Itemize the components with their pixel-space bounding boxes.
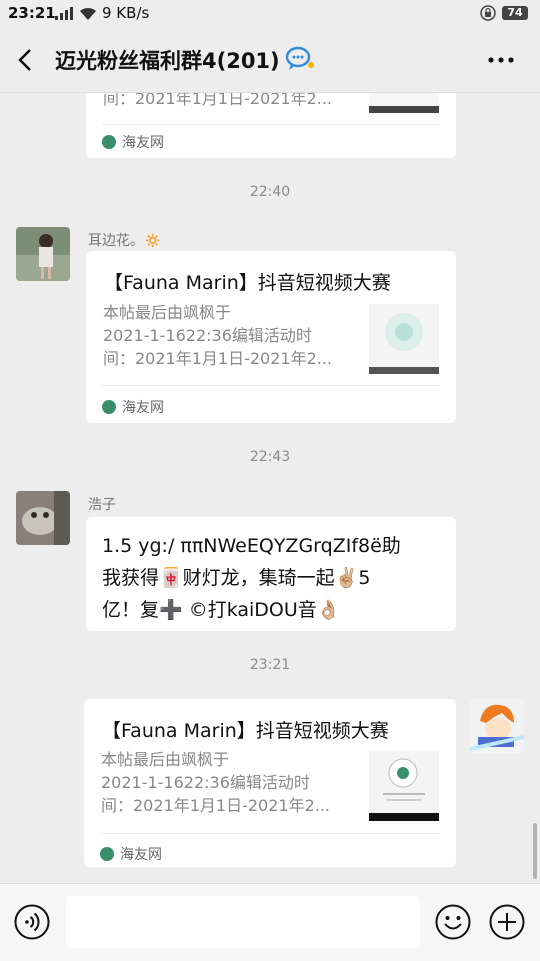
wifi-icon bbox=[80, 7, 96, 21]
message-line: 亿！复➕ ©打kaiDOU音👌🏼 bbox=[102, 599, 341, 621]
status-bar: 23:21 9 KB/s 74 bbox=[0, 0, 540, 28]
chat-messages[interactable]: 间：2021年1月1日-2021年2... 海友网 22:40 耳边花。🔅 【F… bbox=[0, 93, 540, 883]
card-source: 海友网 bbox=[122, 400, 164, 416]
network-speed: 9 KB/s bbox=[102, 4, 150, 22]
card-source: 海友网 bbox=[122, 135, 164, 151]
scrollbar[interactable] bbox=[533, 823, 537, 879]
message-line: 我获得🀄财灯龙，集琦一起✌🏼5 bbox=[102, 567, 371, 589]
card-thumbnail bbox=[369, 93, 439, 113]
emoji-icon[interactable] bbox=[435, 904, 471, 940]
link-card[interactable]: 间：2021年1月1日-2021年2... 海友网 bbox=[86, 93, 456, 158]
signal-icon bbox=[55, 7, 73, 20]
voice-icon[interactable] bbox=[14, 904, 50, 940]
card-title: 【Fauna Marin】抖音短视频大赛 bbox=[104, 272, 391, 294]
avatar[interactable] bbox=[470, 699, 524, 753]
input-bar bbox=[0, 883, 540, 961]
chat-header: 迈光粉丝福利群4(201) bbox=[0, 28, 540, 93]
link-card[interactable]: 【Fauna Marin】抖音短视频大赛 本帖最后由飒枫于 2021-1-162… bbox=[86, 251, 456, 423]
chat-title: 迈光粉丝福利群4(201) bbox=[55, 49, 280, 73]
timestamp: 23:21 bbox=[249, 657, 291, 673]
plus-icon[interactable] bbox=[489, 904, 525, 940]
more-icon[interactable] bbox=[486, 48, 516, 72]
card-thumbnail bbox=[369, 751, 439, 821]
message-line: 1.5 yg:/ ππNWeEQYZGrqZIf8ë助 bbox=[102, 535, 401, 557]
group-chat-icon bbox=[285, 46, 314, 70]
lock-icon bbox=[480, 5, 496, 21]
timestamp: 22:43 bbox=[249, 449, 291, 465]
card-thumbnail bbox=[369, 304, 439, 374]
text-message[interactable]: 1.5 yg:/ ππNWeEQYZGrqZIf8ë助 我获得🀄财灯龙，集琦一起… bbox=[86, 517, 456, 631]
source-icon bbox=[102, 400, 116, 414]
timestamp: 22:40 bbox=[249, 184, 291, 200]
sender-name: 耳边花。🔅 bbox=[88, 233, 162, 249]
card-desc-line: 间：2021年1月1日-2021年2... bbox=[101, 796, 331, 815]
avatar[interactable] bbox=[16, 227, 70, 281]
card-desc-line: 2021-1-1622:36编辑活动时 bbox=[103, 326, 312, 345]
message-input[interactable] bbox=[66, 896, 420, 948]
card-desc-line: 本帖最后由飒枫于 bbox=[101, 750, 230, 769]
card-source: 海友网 bbox=[120, 847, 162, 863]
link-card[interactable]: 【Fauna Marin】抖音短视频大赛 本帖最后由飒枫于 2021-1-162… bbox=[84, 699, 456, 867]
back-icon[interactable] bbox=[14, 46, 38, 74]
card-desc-line: 间：2021年1月1日-2021年2... bbox=[103, 93, 333, 108]
source-icon bbox=[100, 847, 114, 861]
battery-indicator: 74 bbox=[502, 6, 528, 20]
card-desc-line: 本帖最后由飒枫于 bbox=[103, 303, 232, 322]
status-time: 23:21 bbox=[8, 4, 56, 22]
card-desc-line: 间：2021年1月1日-2021年2... bbox=[103, 349, 333, 368]
avatar[interactable] bbox=[16, 491, 70, 545]
card-title: 【Fauna Marin】抖音短视频大赛 bbox=[102, 720, 389, 742]
sender-name: 浩子 bbox=[88, 497, 116, 513]
card-desc-line: 2021-1-1622:36编辑活动时 bbox=[101, 773, 310, 792]
source-icon bbox=[102, 135, 116, 149]
